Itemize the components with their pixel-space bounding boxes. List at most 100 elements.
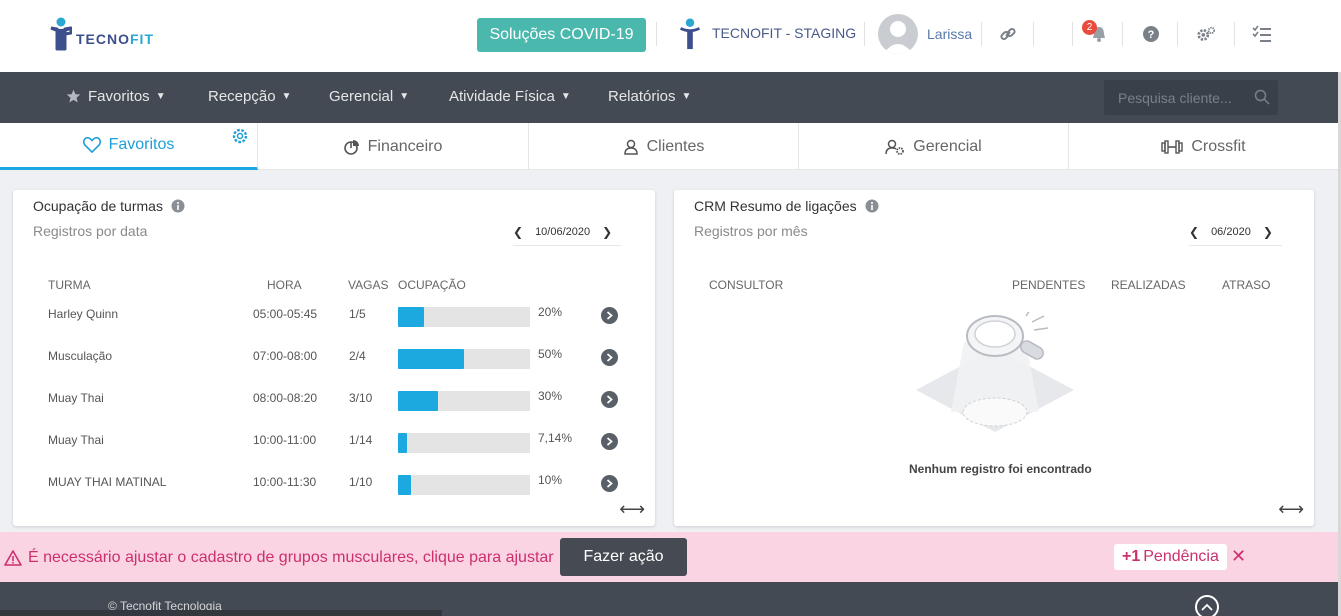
- col-header-vagas: VAGAS: [348, 278, 389, 292]
- hora-cell: 07:00-08:00: [253, 349, 318, 363]
- vagas-cell: 1/14: [349, 433, 373, 447]
- client-search: [1104, 80, 1278, 115]
- nav-relatorios[interactable]: Relatórios ▼: [608, 88, 691, 105]
- col-header-turma: TURMA: [48, 278, 91, 292]
- turma-cell: Harley Quinn: [48, 307, 119, 321]
- account-selector[interactable]: TECNOFIT - STAGING: [678, 18, 856, 50]
- account-logo-icon: [679, 18, 701, 50]
- row-details-chevron-icon[interactable]: [601, 391, 618, 408]
- user-avatar-icon: [883, 21, 913, 54]
- empty-search-illustration-icon: [916, 312, 1074, 432]
- chevron-left-icon[interactable]: ❮: [1189, 225, 1199, 239]
- covid-solutions-button[interactable]: Soluções COVID-19: [477, 18, 646, 52]
- vagas-cell: 1/5: [349, 307, 366, 321]
- divider: [981, 22, 982, 46]
- settings-gears-icon[interactable]: [1196, 24, 1216, 44]
- row-details-chevron-icon[interactable]: [601, 307, 618, 324]
- task-list-icon[interactable]: [1252, 24, 1272, 44]
- tab-financeiro[interactable]: Financeiro: [258, 123, 529, 170]
- tab-gerencial[interactable]: Gerencial: [799, 123, 1069, 170]
- occupancy-percent: 7,14%: [538, 431, 573, 445]
- row-details-chevron-icon[interactable]: [601, 349, 618, 366]
- close-icon[interactable]: ✕: [1231, 546, 1246, 567]
- expand-horizontal-icon[interactable]: ⟷: [619, 499, 645, 520]
- logo-figure-icon: [50, 17, 72, 51]
- card-title: CRM Resumo de ligações: [694, 198, 879, 214]
- occupancy-bar: [398, 433, 530, 453]
- table-row: Musculação 07:00-08:00 2/4 50%: [13, 339, 653, 381]
- hora-cell: 08:00-08:20: [253, 391, 318, 405]
- occupancy-bar: [398, 307, 530, 327]
- occupancy-percent: 10%: [538, 473, 563, 487]
- pie-chart-icon: [343, 139, 359, 155]
- info-icon[interactable]: [171, 199, 185, 213]
- tab-favoritos[interactable]: Favoritos: [0, 123, 258, 170]
- info-icon[interactable]: [865, 199, 879, 213]
- logo-text: TECNOFIT: [76, 31, 154, 47]
- svg-text:?: ?: [1148, 29, 1155, 41]
- expand-horizontal-icon[interactable]: ⟷: [1278, 499, 1304, 520]
- occupancy-bar: [398, 349, 530, 369]
- nav-favoritos[interactable]: Favoritos ▼: [66, 88, 166, 105]
- account-name: TECNOFIT - STAGING: [712, 25, 857, 41]
- chevron-left-icon[interactable]: ❮: [513, 225, 523, 239]
- user-gear-icon: [885, 139, 905, 155]
- tab-settings-gear-icon[interactable]: [231, 127, 249, 145]
- tab-crossfit[interactable]: Crossfit: [1069, 123, 1338, 170]
- chevron-right-icon[interactable]: ❯: [1263, 225, 1273, 239]
- link-icon[interactable]: [998, 24, 1018, 44]
- hora-cell: 10:00-11:30: [253, 475, 317, 489]
- occupancy-bar-fill: [398, 307, 425, 327]
- row-details-chevron-icon[interactable]: [601, 475, 618, 492]
- occupancy-percent: 50%: [538, 347, 563, 361]
- col-header-consultor: CONSULTOR: [709, 278, 784, 292]
- user-name[interactable]: Larissa: [927, 26, 972, 42]
- chevron-down-icon: ▼: [399, 91, 410, 102]
- table-row: MUAY THAI MATINAL 10:00-11:30 1/10 10%: [13, 465, 653, 507]
- occupancy-bar-fill: [398, 349, 464, 369]
- pending-count-button[interactable]: +1 Pendência: [1114, 544, 1227, 570]
- search-icon[interactable]: [1254, 89, 1270, 105]
- hora-cell: 10:00-11:00: [253, 433, 317, 447]
- scroll-to-top-icon[interactable]: [1195, 595, 1219, 616]
- chevron-right-icon[interactable]: ❯: [602, 225, 612, 239]
- crm-card: CRM Resumo de ligações Registros por mês…: [674, 190, 1314, 526]
- divider: [656, 22, 657, 46]
- divider: [1072, 22, 1073, 46]
- avatar[interactable]: [878, 14, 918, 54]
- occupancy-bar-fill: [398, 391, 438, 411]
- card-title: Ocupação de turmas: [33, 198, 185, 214]
- tecnofit-logo[interactable]: TECNOFIT: [50, 17, 154, 51]
- divider: [1122, 22, 1123, 46]
- nav-recepcao[interactable]: Recepção ▼: [208, 88, 291, 105]
- fazer-acao-button[interactable]: Fazer ação: [560, 538, 687, 576]
- horizontal-scrollbar[interactable]: [0, 610, 442, 616]
- ocupacao-card: Ocupação de turmas Registros por data ❮ …: [13, 190, 655, 526]
- divider: [1177, 22, 1178, 46]
- selected-date[interactable]: 10/06/2020: [535, 226, 590, 238]
- star-icon: [66, 89, 81, 103]
- col-header-ocupacao: OCUPAÇÃO: [398, 278, 466, 292]
- turma-cell: MUAY THAI MATINAL: [48, 475, 167, 489]
- empty-state-message: Nenhum registro foi encontrado: [909, 462, 1092, 476]
- turma-cell: Muay Thai: [48, 391, 104, 405]
- selected-month[interactable]: 06/2020: [1211, 226, 1251, 238]
- nav-atividade-fisica[interactable]: Atividade Física ▼: [449, 88, 571, 105]
- chevron-down-icon: ▼: [560, 91, 571, 102]
- col-header-atraso: ATRASO: [1222, 278, 1271, 292]
- col-header-pendentes: PENDENTES: [1012, 278, 1086, 292]
- tab-clientes[interactable]: Clientes: [529, 123, 799, 170]
- divider: [1033, 22, 1034, 46]
- heart-icon: [82, 137, 101, 153]
- alert-message[interactable]: É necessário ajustar o cadastro de grupo…: [4, 549, 554, 567]
- user-icon: [623, 139, 638, 155]
- card-subtitle: Registros por mês: [694, 223, 808, 239]
- help-icon[interactable]: ?: [1141, 24, 1161, 44]
- row-details-chevron-icon[interactable]: [601, 433, 618, 450]
- date-navigator: ❮ 10/06/2020 ❯: [513, 218, 621, 246]
- client-search-input[interactable]: [1104, 80, 1244, 115]
- month-navigator: ❮ 06/2020 ❯: [1189, 218, 1282, 246]
- card-subtitle: Registros por data: [33, 223, 148, 239]
- table-row: Muay Thai 10:00-11:00 1/14 7,14%: [13, 423, 653, 465]
- nav-gerencial[interactable]: Gerencial ▼: [329, 88, 409, 105]
